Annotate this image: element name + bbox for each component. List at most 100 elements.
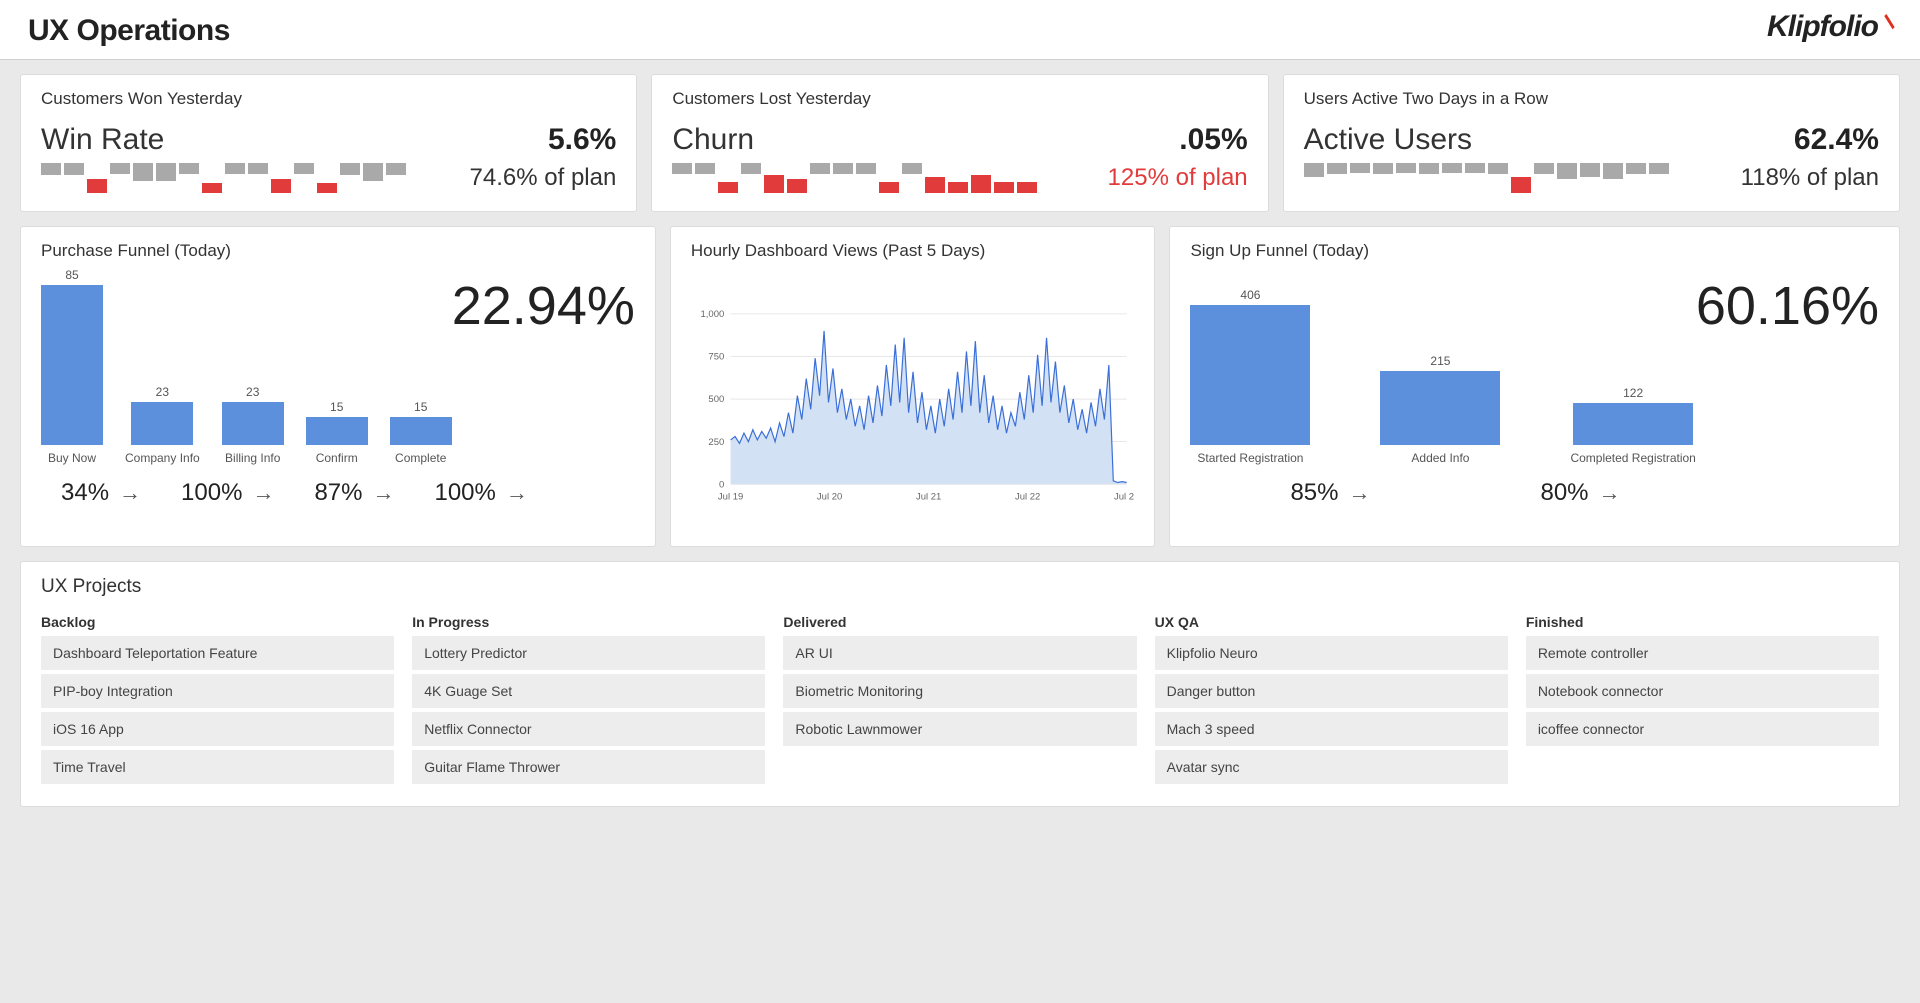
spark-bar: [971, 175, 991, 193]
spark-bar: [695, 163, 715, 174]
project-item[interactable]: AR UI: [783, 636, 1136, 670]
spark-bar: [994, 182, 1014, 193]
funnel-bar-col: 85 Buy Now: [41, 268, 103, 465]
kpi-main-row: Active Users 62.4%: [1304, 123, 1879, 157]
ux-projects-card[interactable]: UX Projects BacklogDashboard Teleportati…: [20, 561, 1900, 807]
project-item[interactable]: Guitar Flame Thrower: [412, 750, 765, 784]
project-item[interactable]: Time Travel: [41, 750, 394, 784]
funnel-bar: [1573, 403, 1693, 445]
project-item[interactable]: Netflix Connector: [412, 712, 765, 746]
overall-percent: 22.94%: [452, 275, 635, 337]
project-item[interactable]: Robotic Lawnmower: [783, 712, 1136, 746]
project-item[interactable]: 4K Guage Set: [412, 674, 765, 708]
bar-label: Company Info: [125, 451, 200, 465]
column-header: Backlog: [41, 608, 394, 636]
spark-bar: [156, 163, 176, 181]
conversion-item: 85%→: [1290, 479, 1370, 507]
conversion-item: 87%→: [314, 479, 394, 507]
funnel-bar-col: 23 Billing Info: [222, 385, 284, 465]
conversion-pct: 80%: [1540, 479, 1588, 507]
overall-percent: 60.16%: [1696, 275, 1879, 337]
card-title: Sign Up Funnel (Today): [1190, 241, 1879, 261]
funnel-bar: [306, 417, 368, 445]
kpi-value: .05%: [1179, 123, 1247, 157]
spark-bar: [1534, 163, 1554, 174]
arrow-right-icon: →: [372, 480, 394, 506]
kpi-row: Customers Won Yesterday Win Rate 5.6% 74…: [20, 74, 1900, 212]
analytics-row: Purchase Funnel (Today) 85 Buy Now 23 Co…: [20, 226, 1900, 547]
spark-bar: [133, 163, 153, 181]
kpi-sub-row: 125% of plan: [672, 163, 1247, 193]
spark-bar: [810, 163, 830, 174]
plan-text: 74.6% of plan: [470, 164, 617, 192]
funnel-bar-col: 215 Added Info: [1380, 354, 1500, 465]
kpi-label: Win Rate: [41, 123, 164, 157]
funnel-bar: [1190, 305, 1310, 445]
bar-label: Started Registration: [1197, 451, 1303, 465]
kpi-sub-row: 118% of plan: [1304, 163, 1879, 193]
project-item[interactable]: Notebook connector: [1526, 674, 1879, 708]
conversion-pct: 85%: [1290, 479, 1338, 507]
funnel-bar-col: 122 Completed Registration: [1570, 386, 1695, 465]
hourly-views-card[interactable]: Hourly Dashboard Views (Past 5 Days) 025…: [670, 226, 1156, 547]
spark-bar: [386, 163, 406, 175]
kpi-card-0[interactable]: Customers Won Yesterday Win Rate 5.6% 74…: [20, 74, 637, 212]
kpi-card-2[interactable]: Users Active Two Days in a Row Active Us…: [1283, 74, 1900, 212]
y-tick: 250: [708, 437, 724, 448]
project-item[interactable]: Lottery Predictor: [412, 636, 765, 670]
spark-bar: [41, 163, 61, 175]
funnel-bars: 406 Started Registration 215 Added Info …: [1190, 275, 1695, 465]
kpi-card-1[interactable]: Customers Lost Yesterday Churn .05% 125%…: [651, 74, 1268, 212]
project-item[interactable]: Remote controller: [1526, 636, 1879, 670]
funnel-bar-col: 406 Started Registration: [1190, 288, 1310, 465]
project-column: DeliveredAR UI Biometric Monitoring Roboti…: [783, 608, 1136, 788]
project-column: UX QAKlipfolio Neuro Danger button Mach 3 …: [1155, 608, 1508, 788]
brand-red-accent-icon: ⸌: [1878, 2, 1892, 51]
funnel-body: 406 Started Registration 215 Added Info …: [1190, 275, 1879, 465]
project-item[interactable]: iOS 16 App: [41, 712, 394, 746]
column-header: Delivered: [783, 608, 1136, 636]
bar-value: 15: [330, 400, 343, 414]
arrow-right-icon: →: [119, 480, 141, 506]
conversion-row: 85%→80%→: [1190, 479, 1879, 507]
funnel-body: 85 Buy Now 23 Company Info 23 Billing In…: [41, 275, 635, 465]
column-header: UX QA: [1155, 608, 1508, 636]
sparkline: [672, 163, 1037, 193]
funnel-bar: [390, 417, 452, 445]
sparkline: [1304, 163, 1669, 193]
y-tick: 0: [719, 479, 724, 490]
sparkline: [41, 163, 406, 193]
project-item[interactable]: PIP-boy Integration: [41, 674, 394, 708]
card-title: Users Active Two Days in a Row: [1304, 89, 1879, 109]
signup-funnel-card[interactable]: Sign Up Funnel (Today) 406 Started Regis…: [1169, 226, 1900, 547]
header-bar: UX Operations Klipfolio⸌: [0, 0, 1920, 60]
spark-bar: [925, 177, 945, 193]
project-item[interactable]: Biometric Monitoring: [783, 674, 1136, 708]
conversion-item: 100%→: [434, 479, 527, 507]
conversion-item: 100%→: [181, 479, 274, 507]
arrow-right-icon: →: [506, 480, 528, 506]
project-item[interactable]: icoffee connector: [1526, 712, 1879, 746]
project-item[interactable]: Klipfolio Neuro: [1155, 636, 1508, 670]
brand-logo: Klipfolio⸌: [1767, 10, 1892, 51]
bar-value: 215: [1430, 354, 1450, 368]
bar-value: 406: [1240, 288, 1260, 302]
project-item[interactable]: Avatar sync: [1155, 750, 1508, 784]
spark-bar: [271, 179, 291, 193]
spark-bar: [110, 163, 130, 174]
purchase-funnel-card[interactable]: Purchase Funnel (Today) 85 Buy Now 23 Co…: [20, 226, 656, 547]
project-item[interactable]: Mach 3 speed: [1155, 712, 1508, 746]
spark-bar: [1626, 163, 1646, 174]
card-title: Customers Won Yesterday: [41, 89, 616, 109]
bar-label: Billing Info: [225, 451, 280, 465]
spark-bar: [1488, 163, 1508, 174]
spark-bar: [1017, 182, 1037, 193]
spark-bar: [1419, 163, 1439, 174]
x-tick: Jul 21: [916, 491, 941, 502]
column-header: Finished: [1526, 608, 1879, 636]
bar-value: 85: [65, 268, 78, 282]
x-tick: Jul 20: [817, 491, 842, 502]
project-item[interactable]: Danger button: [1155, 674, 1508, 708]
project-item[interactable]: Dashboard Teleportation Feature: [41, 636, 394, 670]
funnel-bar: [41, 285, 103, 445]
